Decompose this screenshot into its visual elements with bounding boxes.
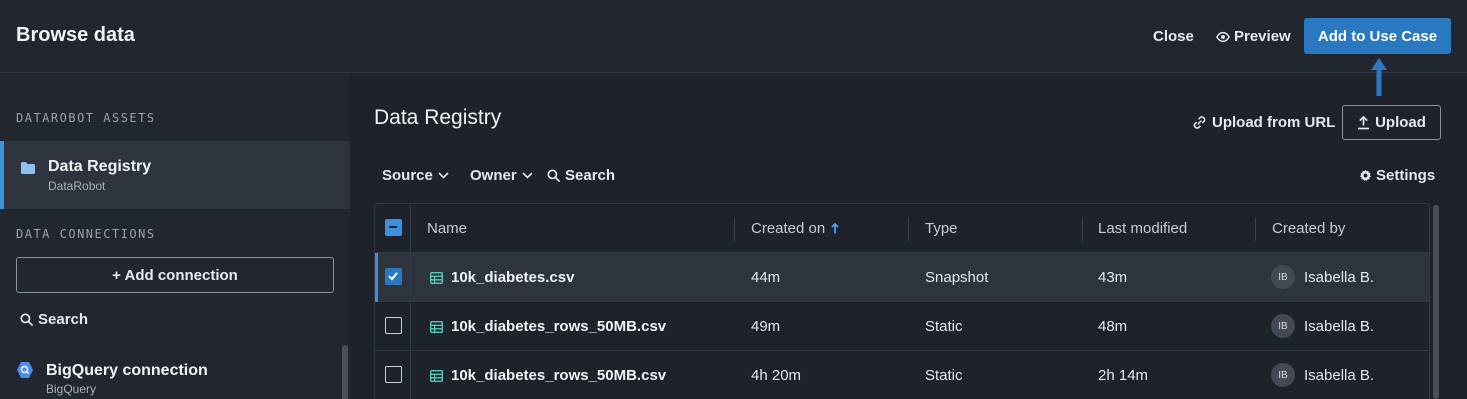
preview-label: Preview xyxy=(1234,28,1291,45)
row-type: Snapshot xyxy=(925,269,989,286)
row-name-text: 10k_diabetes.csv xyxy=(451,269,575,286)
column-header-last-modified[interactable]: Last modified xyxy=(1098,220,1187,237)
table-row[interactable]: 10k_diabetes.csv 44m Snapshot 43m IB Isa… xyxy=(375,253,1429,302)
sidebar-scrollbar[interactable] xyxy=(342,345,348,399)
page-title: Data Registry xyxy=(374,106,502,129)
column-separator xyxy=(1082,217,1083,241)
row-type: Static xyxy=(925,367,963,384)
connection-title: BigQuery connection xyxy=(46,362,208,379)
settings-button[interactable]: Settings xyxy=(1359,167,1435,184)
row-created-on: 49m xyxy=(751,318,781,335)
settings-label: Settings xyxy=(1376,167,1436,184)
upload-label: Upload xyxy=(1375,114,1426,131)
row-checkbox[interactable] xyxy=(385,366,402,383)
row-created-by: Isabella B. xyxy=(1304,318,1375,335)
table-file-icon xyxy=(430,369,443,382)
dialog-title: Browse data xyxy=(16,24,135,46)
sidebar-item-subtitle: DataRobot xyxy=(48,179,106,193)
dialog-header: Browse data Close Preview Add to Use Cas… xyxy=(0,0,1467,73)
owner-filter-label: Owner xyxy=(470,167,517,184)
table-file-icon xyxy=(430,320,443,333)
sidebar-search[interactable]: Search xyxy=(20,311,88,328)
sidebar-item-data-registry[interactable]: Data Registry DataRobot xyxy=(0,141,350,209)
avatar: IB xyxy=(1271,265,1295,289)
row-name: 10k_diabetes_rows_50MB.csv xyxy=(430,367,666,384)
folder-icon xyxy=(21,162,35,174)
column-header-type[interactable]: Type xyxy=(925,220,958,237)
indeterminate-icon xyxy=(389,226,397,228)
connections-heading: DATA CONNECTIONS xyxy=(16,227,156,241)
upload-from-url-label: Upload from URL xyxy=(1212,114,1336,131)
sidebar-search-label: Search xyxy=(38,311,89,328)
preview-button[interactable]: Preview xyxy=(1216,28,1291,45)
column-separator xyxy=(908,217,909,241)
row-checkbox[interactable] xyxy=(385,317,402,334)
column-header-name[interactable]: Name xyxy=(427,220,467,237)
row-created-on: 4h 20m xyxy=(751,367,802,384)
row-name-text: 10k_diabetes_rows_50MB.csv xyxy=(451,367,667,384)
row-name-text: 10k_diabetes_rows_50MB.csv xyxy=(451,318,667,335)
table-file-icon xyxy=(430,271,443,284)
eye-icon xyxy=(1216,31,1230,42)
row-last-modified: 43m xyxy=(1098,269,1128,286)
row-checkbox[interactable] xyxy=(385,268,402,285)
column-separator xyxy=(1255,217,1256,241)
row-last-modified: 2h 14m xyxy=(1098,367,1149,384)
row-name: 10k_diabetes.csv xyxy=(430,269,574,286)
row-created-by: Isabella B. xyxy=(1304,269,1375,286)
table-row[interactable]: 10k_diabetes_rows_50MB.csv 49m Static 48… xyxy=(375,302,1429,351)
row-created-by: Isabella B. xyxy=(1304,367,1375,384)
gear-icon xyxy=(1359,169,1372,182)
column-header-created-by[interactable]: Created by xyxy=(1272,220,1345,237)
column-header-created-on-label: Created on xyxy=(751,220,826,237)
arrow-up-icon xyxy=(1371,58,1387,96)
checkbox-column-separator xyxy=(410,204,411,399)
source-filter-label: Source xyxy=(382,167,433,184)
table-row[interactable]: 10k_diabetes_rows_50MB.csv 4h 20m Static… xyxy=(375,351,1429,399)
close-button[interactable]: Close xyxy=(1153,28,1194,45)
check-icon xyxy=(388,272,398,281)
sidebar-item-title: Data Registry xyxy=(48,158,152,175)
upload-button[interactable]: Upload xyxy=(1342,105,1441,140)
assets-heading: DATAROBOT ASSETS xyxy=(16,111,156,125)
search-icon xyxy=(547,169,560,182)
row-last-modified: 48m xyxy=(1098,318,1128,335)
link-icon xyxy=(1193,116,1206,129)
sidebar-item-bigquery[interactable]: BigQuery connection BigQuery xyxy=(16,359,336,399)
sidebar: DATAROBOT ASSETS Data Registry DataRobot… xyxy=(0,73,350,399)
connection-subtitle: BigQuery xyxy=(46,382,97,396)
data-table: Name Created on Type Last modified Creat… xyxy=(374,203,1430,399)
add-connection-button[interactable]: + Add connection xyxy=(16,257,334,293)
source-filter[interactable]: Source xyxy=(382,167,449,184)
table-search-label: Search xyxy=(565,167,616,184)
add-to-use-case-button[interactable]: Add to Use Case xyxy=(1304,18,1451,54)
row-selection-indicator xyxy=(375,253,378,302)
avatar: IB xyxy=(1271,314,1295,338)
chevron-down-icon xyxy=(438,172,449,179)
table-scrollbar[interactable] xyxy=(1433,205,1439,399)
row-type: Static xyxy=(925,318,963,335)
select-all-checkbox[interactable] xyxy=(385,219,402,236)
chevron-down-icon xyxy=(522,172,533,179)
column-header-created-on[interactable]: Created on xyxy=(751,220,839,237)
search-icon xyxy=(20,313,33,326)
table-search[interactable]: Search xyxy=(547,167,615,184)
avatar: IB xyxy=(1271,363,1295,387)
row-name: 10k_diabetes_rows_50MB.csv xyxy=(430,318,666,335)
sort-asc-icon xyxy=(831,223,839,234)
row-created-on: 44m xyxy=(751,269,781,286)
bigquery-icon xyxy=(17,362,33,378)
column-separator xyxy=(734,217,735,241)
owner-filter[interactable]: Owner xyxy=(470,167,533,184)
table-header: Name Created on Type Last modified Creat… xyxy=(375,204,1429,253)
upload-from-url-button[interactable]: Upload from URL xyxy=(1192,114,1335,131)
upload-icon xyxy=(1358,115,1370,129)
